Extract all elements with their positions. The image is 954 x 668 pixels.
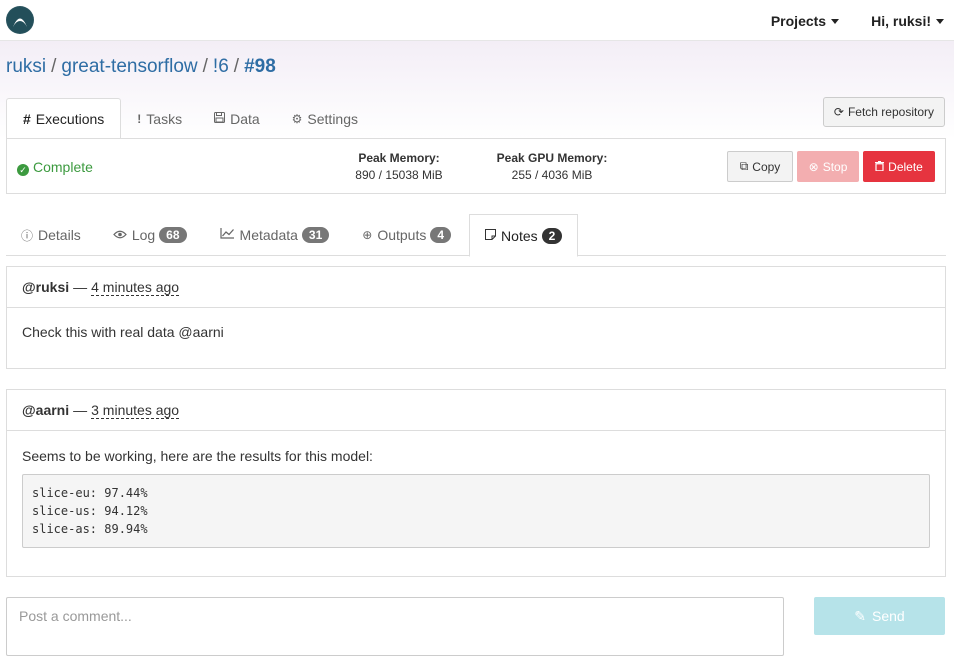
caret-down-icon — [831, 18, 840, 24]
copy-icon: ⧉ — [739, 159, 749, 173]
tab-settings-label: Settings — [307, 110, 359, 127]
tab-outputs-label: Outputs — [377, 227, 427, 243]
hash-icon: # — [23, 110, 31, 127]
copy-label: Copy — [752, 159, 781, 174]
note-header: @ruksi — 4 minutes ago — [7, 267, 945, 308]
delete-label: Delete — [888, 159, 923, 174]
peak-gpu-memory-value: 255 / 4036 MiB — [511, 168, 593, 182]
execution-status-panel: ✓ Complete Peak Memory: 890 / 15038 MiB P… — [6, 138, 946, 194]
notes-count-badge: 2 — [541, 227, 563, 244]
info-icon: ⓘ — [21, 228, 34, 243]
refresh-icon: ⟳ — [833, 105, 844, 119]
tab-tasks[interactable]: ! Tasks — [121, 98, 198, 139]
note-timestamp: 4 minutes ago — [91, 278, 180, 296]
tab-metadata-label: Metadata — [239, 227, 298, 243]
breadcrumb-owner[interactable]: ruksi — [6, 56, 46, 77]
plus-circle-icon: ⊕ — [362, 228, 373, 242]
metadata-count-badge: 31 — [301, 227, 330, 243]
tab-log[interactable]: Log 68 — [96, 214, 202, 256]
breadcrumb-project[interactable]: great-tensorflow — [61, 56, 197, 77]
floppy-disk-icon — [214, 111, 226, 126]
note-header: @aarni — 3 minutes ago — [7, 390, 945, 431]
status-badge: ✓ Complete — [17, 159, 93, 176]
note-body: Seems to be working, here are the result… — [7, 431, 945, 564]
tab-notes-label: Notes — [501, 227, 538, 244]
outputs-count-badge: 4 — [430, 227, 452, 243]
sticky-note-icon — [485, 228, 497, 243]
note-separator: — — [73, 279, 88, 295]
note-body: Check this with real data @aarni — [22, 324, 224, 340]
tab-tasks-label: Tasks — [146, 110, 183, 127]
send-button[interactable]: ✎ Send — [814, 597, 945, 635]
note-separator: — — [73, 402, 88, 418]
tab-executions[interactable]: # Executions — [6, 98, 122, 139]
tab-executions-label: Executions — [35, 110, 105, 127]
stop-label: Stop — [822, 159, 848, 174]
note-card: @aarni — 3 minutes ago Seems to be worki… — [6, 389, 946, 577]
stop-circle-icon: ⊗ — [808, 159, 819, 174]
tab-log-label: Log — [131, 227, 156, 243]
breadcrumb-separator: / — [51, 56, 57, 77]
tab-outputs[interactable]: ⊕ Outputs 4 — [344, 214, 466, 256]
peak-gpu-memory: Peak GPU Memory: 255 / 4036 MiB — [487, 151, 617, 182]
note-text: Seems to be working, here are the result… — [22, 448, 373, 464]
note-author[interactable]: @ruksi — [22, 279, 69, 295]
gear-icon: ⚙ — [291, 111, 303, 126]
top-navbar: Projects Hi, ruksi! — [0, 0, 954, 41]
tab-metadata[interactable]: Metadata 31 — [202, 214, 345, 256]
log-count-badge: 68 — [159, 227, 187, 243]
breadcrumb-separator: / — [233, 56, 240, 77]
peak-memory-label: Peak Memory: — [358, 151, 440, 165]
check-circle-icon: ✓ — [17, 164, 29, 176]
peak-memory: Peak Memory: 890 / 15038 MiB — [344, 151, 454, 182]
tab-details[interactable]: ⓘ Details — [6, 214, 96, 256]
tab-settings[interactable]: ⚙ Settings — [276, 98, 374, 139]
send-label: Send — [872, 608, 905, 624]
valohai-logo-icon[interactable] — [6, 6, 34, 34]
line-chart-icon — [219, 228, 235, 242]
breadcrumb-run[interactable]: !6 — [213, 56, 229, 77]
note-timestamp: 3 minutes ago — [91, 401, 180, 419]
caret-down-icon — [936, 18, 944, 24]
note-card: @ruksi — 4 minutes ago Check this with r… — [6, 266, 946, 369]
delete-button[interactable]: Delete — [863, 151, 935, 182]
stop-button[interactable]: ⊗ Stop — [797, 151, 859, 182]
comment-input[interactable]: Post a comment... — [6, 597, 784, 656]
eye-icon — [112, 228, 127, 242]
user-menu-label: Hi, ruksi! — [871, 12, 931, 29]
note-author[interactable]: @aarni — [22, 402, 69, 418]
tab-data-label: Data — [230, 110, 260, 127]
breadcrumb-execution[interactable]: #98 — [244, 56, 276, 77]
edit-icon: ✎ — [854, 607, 867, 624]
main-tabs: # Executions ! Tasks Data ⚙ Settings — [6, 98, 374, 139]
note-code-block: slice-eu: 97.44% slice-us: 94.12% slice-… — [22, 474, 930, 548]
tab-details-label: Details — [38, 227, 81, 243]
fetch-repository-button[interactable]: ⟳ Fetch repository — [822, 97, 945, 127]
tab-notes[interactable]: Notes 2 — [469, 214, 579, 257]
trash-icon — [875, 160, 885, 174]
breadcrumb-separator: / — [202, 56, 208, 77]
breadcrumb: ruksi / great-tensorflow / !6/#98 — [6, 56, 276, 78]
fetch-repository-label: Fetch repository — [847, 105, 934, 119]
peak-memory-value: 890 / 15038 MiB — [355, 168, 443, 182]
exclamation-icon: ! — [137, 111, 142, 126]
copy-button[interactable]: ⧉ Copy — [727, 151, 793, 182]
tab-data[interactable]: Data — [198, 98, 276, 139]
status-label: Complete — [33, 159, 93, 175]
user-menu[interactable]: Hi, ruksi! — [871, 13, 944, 29]
peak-gpu-memory-label: Peak GPU Memory: — [496, 151, 608, 165]
projects-menu[interactable]: Projects — [770, 12, 840, 29]
execution-sub-tabs: ⓘ Details Log 68 Metadata 31 ⊕ Outputs 4… — [6, 214, 946, 257]
projects-menu-label: Projects — [770, 12, 827, 29]
